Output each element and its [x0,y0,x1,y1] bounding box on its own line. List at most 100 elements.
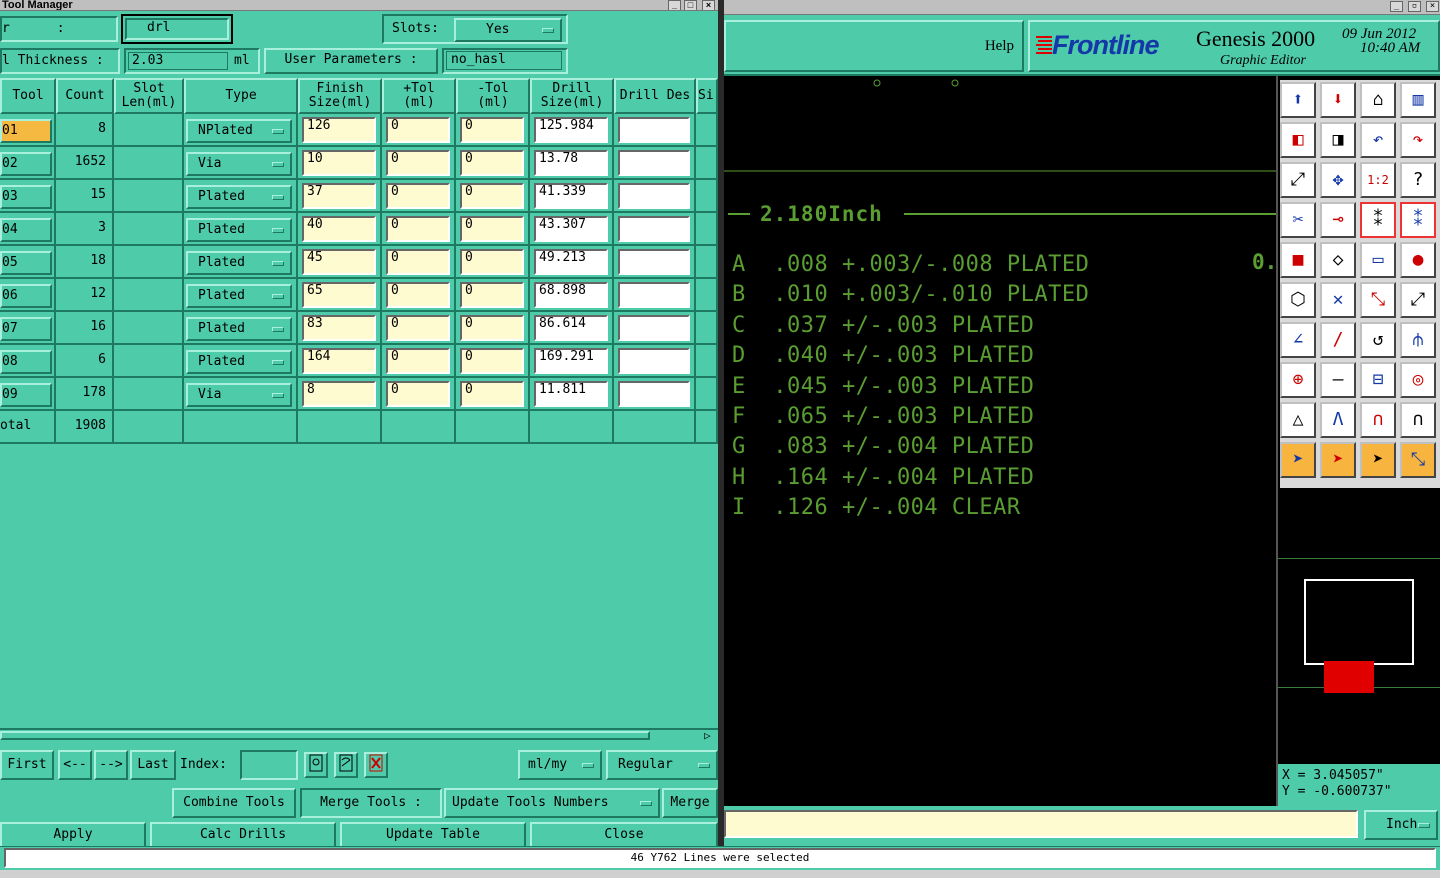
tool-button[interactable]: 08 [0,350,52,374]
layout-icon[interactable]: ▥ [1400,82,1436,118]
group-icon[interactable]: ◎ [1400,362,1436,398]
tool-button[interactable]: 01 [0,119,52,143]
units-select[interactable]: ml/my [518,750,602,780]
drill-size-input[interactable]: 11.811 [534,381,608,407]
plus-tol-input[interactable]: 0 [386,315,450,341]
scroll-right-icon[interactable]: ▷ [704,730,711,742]
type-select[interactable]: Plated [186,350,292,374]
drill-size-input[interactable]: 41.339 [534,183,608,209]
line-end-icon[interactable]: ⤡ [1360,282,1396,318]
measure-icon[interactable]: ✂ [1280,202,1316,238]
minus-tol-input[interactable]: 0 [460,315,524,341]
graphic-canvas[interactable]: 2.180Inch 0. A .008 +.003/-.008 PLATED B … [724,76,1277,806]
col-header-tool[interactable]: Tool [0,78,56,114]
center-icon[interactable]: ✥ [1320,162,1356,198]
merge-button[interactable]: Merge [662,788,718,818]
next-button[interactable]: --> [94,750,128,780]
drill-des-input[interactable] [618,315,690,341]
minimize-icon[interactable]: _ [1390,1,1403,12]
poly-icon[interactable]: ◇ [1320,242,1356,278]
tool-button[interactable]: 06 [0,284,52,308]
minus-tol-input[interactable]: 0 [460,117,524,143]
open-job-icon[interactable]: ⬆ [1280,82,1316,118]
tool-button[interactable]: 03 [0,185,52,209]
ruler-icon[interactable]: ▭ [1360,242,1396,278]
refresh-icon[interactable] [334,752,358,778]
finish-size-input[interactable]: 37 [302,183,376,209]
close-icon[interactable]: × [702,0,715,10]
apply-button[interactable]: Apply [0,822,146,848]
drill-size-input[interactable]: 125.984 [534,117,608,143]
drill-des-input[interactable] [618,117,690,143]
triangle-icon[interactable]: △ [1280,402,1316,438]
minus-tol-input[interactable]: 0 [460,249,524,275]
mode-select[interactable]: Regular [606,750,718,780]
split-icon[interactable]: ⫛ [1400,322,1436,358]
col-header-finish-size[interactable]: Finish Size(ml) [298,78,382,114]
help-icon[interactable]: ? [1400,162,1436,198]
finish-size-input[interactable]: 164 [302,348,376,374]
tool-button[interactable]: 04 [0,218,52,242]
finish-size-input[interactable]: 65 [302,282,376,308]
plus-tol-input[interactable]: 0 [386,117,450,143]
finish-size-input[interactable]: 8 [302,381,376,407]
drill-des-input[interactable] [618,150,690,176]
maximize-icon[interactable]: □ [684,0,697,10]
layer-red-icon[interactable]: ⁑ [1360,202,1396,238]
arc-icon[interactable]: ↺ [1360,322,1396,358]
route-icon[interactable]: ⤡ [1400,442,1436,478]
minimize-icon[interactable]: _ [668,0,681,10]
fit-icon[interactable]: ⤢ [1280,162,1316,198]
triangle-alt-icon[interactable]: Λ [1320,402,1356,438]
finish-size-input[interactable]: 40 [302,216,376,242]
select-icon[interactable]: ➤ [1280,442,1316,478]
type-select[interactable]: NPlated [186,119,292,143]
drill-size-input[interactable]: 43.307 [534,216,608,242]
finish-size-input[interactable]: 126 [302,117,376,143]
col-header-plus-tol[interactable]: +Tol (ml) [382,78,456,114]
minus-tol-input[interactable]: 0 [460,216,524,242]
redo-icon[interactable]: ↷ [1400,122,1436,158]
drill-size-input[interactable]: 68.898 [534,282,608,308]
select-box-icon[interactable]: ➤ [1320,442,1356,478]
col-header-minus-tol[interactable]: -Tol (ml) [456,78,530,114]
col-header-type[interactable]: Type [184,78,298,114]
drill-des-input[interactable] [618,216,690,242]
undo-icon[interactable]: ↶ [1360,122,1396,158]
drill-des-input[interactable] [618,282,690,308]
last-button[interactable]: Last [130,750,176,780]
arch-icon[interactable]: ∩ [1360,402,1396,438]
minus-tol-input[interactable]: 0 [460,183,524,209]
combine-tools-button[interactable]: Combine Tools [172,788,296,818]
drill-des-input[interactable] [618,348,690,374]
col-header-drill-size[interactable]: Drill Size(ml) [530,78,614,114]
drill-size-input[interactable]: 86.614 [534,315,608,341]
layer-red-alt-icon[interactable]: ⁑ [1400,202,1436,238]
snap-icon[interactable]: ⊸ [1320,202,1356,238]
col-header-drill-des[interactable]: Drill Des [614,78,696,114]
slash-icon[interactable]: / [1320,322,1356,358]
arc-end-icon[interactable]: ⤢ [1400,282,1436,318]
overview-map[interactable] [1278,558,1440,693]
plus-tol-input[interactable]: 0 [386,348,450,374]
minus-tol-input[interactable]: 0 [460,348,524,374]
plus-tol-input[interactable]: 0 [386,381,450,407]
calc-drills-button[interactable]: Calc Drills [150,822,336,848]
arch-alt-icon[interactable]: ∩ [1400,402,1436,438]
finish-size-input[interactable]: 45 [302,249,376,275]
plus-tol-input[interactable]: 0 [386,183,450,209]
tool-button[interactable]: 05 [0,251,52,275]
scale-1-2-icon[interactable]: 1:2 [1360,162,1396,198]
horizontal-scrollbar[interactable]: ▷ [0,728,718,742]
help-button[interactable]: Help [724,20,1024,72]
type-select[interactable]: Plated [186,218,292,242]
close-icon[interactable]: × [1426,1,1439,12]
zoom-out-icon[interactable]: ◧ [1280,122,1316,158]
command-input[interactable] [724,810,1358,838]
update-tools-numbers-select[interactable]: Update Tools Numbers [444,788,660,818]
plus-tol-input[interactable]: 0 [386,216,450,242]
drill-size-input[interactable]: 49.213 [534,249,608,275]
prev-button[interactable]: <-- [58,750,92,780]
drill-size-input[interactable]: 169.291 [534,348,608,374]
pad-icon[interactable]: ■ [1280,242,1316,278]
